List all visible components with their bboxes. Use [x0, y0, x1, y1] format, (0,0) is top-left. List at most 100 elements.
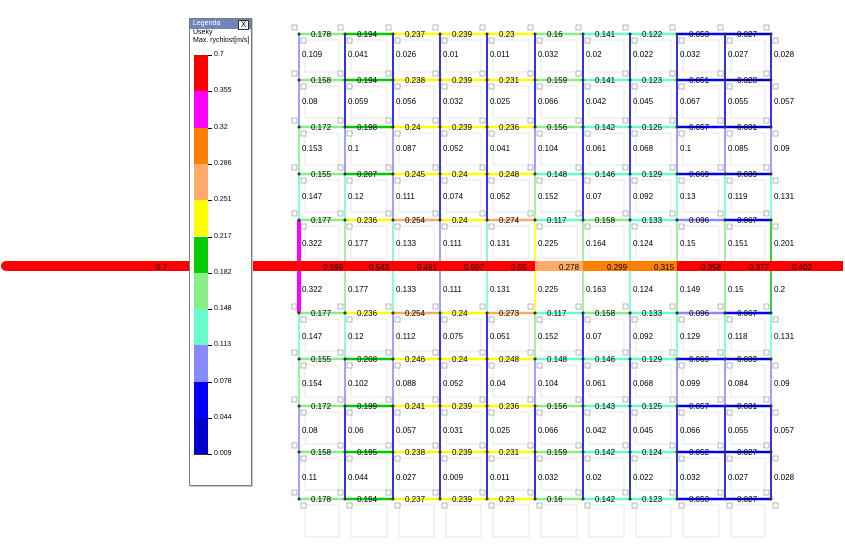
- pipe-velocity-label: 0.158: [595, 309, 616, 318]
- legend-tick: [208, 272, 212, 274]
- fixture-node: [337, 164, 344, 171]
- fixture-node: [385, 442, 392, 449]
- pipe-velocity-label: 0.051: [689, 76, 710, 85]
- legend-window[interactable]: Legenda X Useky Max. rychlost[m/s] 0.7 0.…: [189, 18, 252, 486]
- fixture-node: [763, 117, 770, 124]
- junction-node: [769, 172, 773, 176]
- junction-node: [628, 311, 632, 315]
- fixture-node: [337, 349, 344, 356]
- fixture-node: [337, 210, 344, 217]
- fixture-node: [763, 24, 770, 31]
- pipe-velocity-label: 0.238: [405, 448, 426, 457]
- fixture-node: [678, 37, 685, 44]
- junction-node: [391, 78, 395, 82]
- junction-node: [485, 32, 489, 36]
- fixture-node: [717, 349, 724, 356]
- pipe-velocity-label: 0.051: [490, 332, 511, 341]
- junction-node: [723, 125, 727, 129]
- pipe-velocity-label: 0.027: [396, 473, 417, 482]
- legend-tick: [208, 55, 212, 56]
- fixture-node: [669, 489, 676, 496]
- fixture-node: [291, 164, 298, 171]
- pipe-velocity-label: 0.146: [595, 355, 616, 364]
- fixture-node: [726, 130, 733, 137]
- pipe-velocity-label: 0.022: [633, 50, 654, 59]
- junction-node: [533, 172, 537, 176]
- pipe-velocity-label: 0.238: [405, 76, 426, 85]
- legend-titlebar[interactable]: Legenda X: [190, 19, 251, 30]
- fixture-node: [575, 396, 582, 403]
- pipe-velocity-label: 0.225: [538, 239, 559, 248]
- fixture-node: [631, 83, 638, 90]
- junction-node: [533, 78, 537, 82]
- junction-node: [438, 78, 442, 82]
- fixture-node: [584, 316, 591, 323]
- pipe-velocity-label: 0.1: [680, 144, 692, 153]
- pipe-velocity-label: 0.236: [357, 216, 378, 225]
- pipe-velocity-label: 0.022: [633, 473, 654, 482]
- fixture-node: [488, 502, 495, 509]
- fixture-node: [669, 349, 676, 356]
- legend-tick: [208, 163, 212, 165]
- main-pipe-velocity-label: 0.278: [559, 263, 580, 272]
- fixture-node: [291, 442, 298, 449]
- pipe-velocity-label: 0.066: [680, 426, 701, 435]
- pipe-velocity-label: 0.15: [728, 285, 744, 294]
- fixture-node: [717, 303, 724, 310]
- fixture-node: [441, 362, 448, 369]
- pipe-velocity-label: 0.194: [357, 30, 378, 39]
- fixture-node: [441, 130, 448, 137]
- main-pipe-velocity-label: 0.299: [607, 263, 628, 272]
- fixture-node: [575, 164, 582, 171]
- legend-color-swatch: [194, 200, 208, 237]
- fixture-node: [527, 349, 534, 356]
- block-outline: [350, 504, 388, 538]
- fixture-node: [479, 442, 486, 449]
- fixture-node: [488, 130, 495, 137]
- fixture-node: [717, 210, 724, 217]
- pipe-velocity-label: 0.125: [642, 402, 663, 411]
- pipe-velocity-label: 0.112: [396, 332, 416, 341]
- pipe-network-canvas[interactable]: 0.109 0.041 0.026 0.01 0.011 0.032 0.02 0.022 0.…: [0, 0, 845, 547]
- junction-node: [581, 497, 585, 501]
- legend-tick: [208, 454, 212, 456]
- fixture-node: [346, 37, 353, 44]
- pipe-velocity-label: 0.16: [547, 495, 563, 504]
- fixture-node: [726, 223, 733, 230]
- fixture-node: [291, 489, 298, 496]
- pipe-velocity-label: 0.039: [737, 355, 758, 364]
- pipe-velocity-label: 0.12: [348, 332, 364, 341]
- legend-tick: [208, 309, 212, 311]
- fixture-node: [584, 37, 591, 44]
- fixture-node: [575, 489, 582, 496]
- fixture-node: [394, 502, 401, 509]
- fixture-node: [669, 442, 676, 449]
- junction-node: [723, 450, 727, 454]
- pipe-velocity-label: 0.146: [595, 170, 616, 179]
- pipe-velocity-label: 0.028: [737, 76, 758, 85]
- pipe-velocity-label: 0.245: [405, 170, 426, 179]
- pipe-velocity-label: 0.052: [443, 379, 464, 388]
- fixture-node: [346, 130, 353, 137]
- close-icon[interactable]: X: [238, 20, 249, 30]
- junction-node: [485, 311, 489, 315]
- pipe-velocity-label: 0.131: [490, 285, 511, 294]
- pipe-velocity-label: 0.164: [586, 239, 607, 248]
- junction-node: [438, 172, 442, 176]
- block-outline: [635, 504, 672, 538]
- pipe-velocity-label: 0.039: [737, 170, 758, 179]
- junction-node: [343, 450, 347, 454]
- fixture-node: [479, 70, 486, 77]
- fixture-node: [527, 442, 534, 449]
- fixture-node: [763, 396, 770, 403]
- fixture-node: [441, 177, 448, 184]
- fixture-node: [536, 316, 543, 323]
- junction-node: [769, 311, 773, 315]
- junction-node: [297, 450, 301, 454]
- pipe-velocity-label: 0.23: [499, 495, 515, 504]
- fixture-node: [441, 316, 448, 323]
- fixture-node: [479, 210, 486, 217]
- junction-node: [343, 125, 347, 129]
- pipe-velocity-label: 0.009: [443, 473, 464, 482]
- junction-node: [343, 497, 347, 501]
